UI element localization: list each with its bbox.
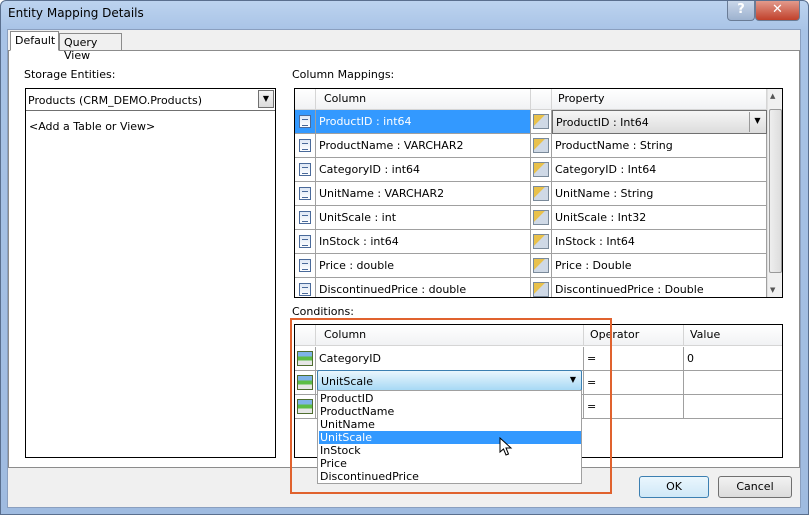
- column-icon: [299, 163, 311, 176]
- mapping-property[interactable]: Price : Double: [552, 254, 767, 278]
- mapping-column[interactable]: InStock : int64: [316, 230, 531, 254]
- column-icon: [299, 235, 311, 248]
- scroll-down-icon[interactable]: ▼: [770, 286, 775, 294]
- column-icon: [299, 139, 311, 152]
- property-icon-cell: [531, 134, 552, 158]
- column-icon-cell: [295, 278, 316, 297]
- column-icon: [299, 259, 311, 272]
- property-icon-cell: [531, 254, 552, 278]
- property-icon: [533, 282, 549, 297]
- mouse-cursor-icon: [499, 437, 513, 456]
- chevron-down-icon[interactable]: ▼: [749, 112, 765, 132]
- storage-entities-list: [25, 88, 276, 458]
- scroll-up-icon[interactable]: ▲: [770, 92, 775, 100]
- question-icon[interactable]: ?: [727, 1, 755, 21]
- mapping-column[interactable]: Price : double: [316, 254, 531, 278]
- header-icon-cell: [295, 89, 316, 110]
- property-icon-cell: [531, 182, 552, 206]
- property-icon: [533, 162, 549, 177]
- property-icon: [533, 210, 549, 225]
- vertical-scrollbar[interactable]: ▲ ▼: [767, 89, 782, 297]
- scrollbar-thumb[interactable]: [769, 109, 782, 273]
- header-icon-cell: [531, 89, 552, 110]
- close-icon[interactable]: ✕: [755, 1, 800, 21]
- mapping-property-value: ProductName : String: [555, 139, 673, 152]
- column-icon-cell: [295, 110, 316, 134]
- column-icon: [299, 115, 311, 128]
- conditions-label: Conditions:: [292, 305, 354, 318]
- tab-default[interactable]: Default: [10, 31, 59, 51]
- column-icon-cell: [295, 182, 316, 206]
- storage-entity-select[interactable]: Products (CRM_DEMO.Products) ▼: [26, 89, 275, 111]
- property-icon-cell: [531, 206, 552, 230]
- mapping-column[interactable]: ProductID : int64: [316, 110, 531, 134]
- condition-value[interactable]: 0: [684, 347, 782, 371]
- chevron-down-icon[interactable]: ▼: [258, 90, 274, 108]
- mapping-property-value: ProductID : Int64: [556, 116, 649, 129]
- mapping-property[interactable]: CategoryID : Int64: [552, 158, 767, 182]
- property-icon: [533, 186, 549, 201]
- mapping-property-value: UnitName : String: [555, 187, 654, 200]
- property-icon-cell: [531, 278, 552, 297]
- column-icon-cell: [295, 134, 316, 158]
- condition-value[interactable]: [684, 395, 782, 419]
- mapping-property[interactable]: DiscontinuedPrice : Double: [552, 278, 767, 297]
- column-mappings-grid: Column Property ProductID : int64 Produc…: [294, 88, 783, 298]
- mapping-property[interactable]: ProductName : String: [552, 134, 767, 158]
- property-icon: [533, 138, 549, 153]
- column-icon-cell: [295, 230, 316, 254]
- mapping-property-value: DiscontinuedPrice : Double: [555, 283, 704, 296]
- property-icon: [533, 234, 549, 249]
- column-icon: [299, 283, 311, 296]
- tab-query-view[interactable]: Query View: [59, 33, 122, 62]
- mapping-column[interactable]: DiscontinuedPrice : double: [316, 278, 531, 297]
- header-value[interactable]: Value: [684, 325, 782, 346]
- mapping-column[interactable]: UnitName : VARCHAR2: [316, 182, 531, 206]
- mapping-property[interactable]: InStock : Int64: [552, 230, 767, 254]
- property-icon: [533, 258, 549, 273]
- mapping-property[interactable]: UnitScale : Int32: [552, 206, 767, 230]
- column-icon-cell: [295, 254, 316, 278]
- property-icon-cell: [531, 158, 552, 182]
- cancel-button[interactable]: Cancel: [718, 476, 792, 498]
- ok-button[interactable]: OK: [639, 476, 709, 498]
- property-icon: [533, 114, 549, 129]
- mapping-property-value: InStock : Int64: [555, 235, 635, 248]
- add-table-item[interactable]: <Add a Table or View>: [29, 120, 155, 133]
- column-mappings-label: Column Mappings:: [292, 68, 395, 81]
- column-icon-cell: [295, 158, 316, 182]
- column-icon-cell: [295, 206, 316, 230]
- storage-entities-label: Storage Entities:: [24, 68, 116, 81]
- property-icon-cell: [531, 110, 552, 134]
- mapping-property-value: Price : Double: [555, 259, 632, 272]
- mapping-property[interactable]: ProductID : Int64 ▼: [552, 110, 767, 134]
- mapping-property-value: UnitScale : Int32: [555, 211, 647, 224]
- header-property[interactable]: Property: [552, 89, 767, 110]
- storage-entity-value: Products (CRM_DEMO.Products): [28, 94, 203, 107]
- highlight-box: [290, 318, 612, 494]
- mapping-property[interactable]: UnitName : String: [552, 182, 767, 206]
- mapping-column[interactable]: CategoryID : int64: [316, 158, 531, 182]
- mapping-property-value: CategoryID : Int64: [555, 163, 657, 176]
- header-column[interactable]: Column: [316, 89, 531, 110]
- mapping-column[interactable]: ProductName : VARCHAR2: [316, 134, 531, 158]
- window-title: Entity Mapping Details: [8, 6, 144, 20]
- column-icon: [299, 187, 311, 200]
- property-icon-cell: [531, 230, 552, 254]
- mapping-column[interactable]: UnitScale : int: [316, 206, 531, 230]
- column-icon: [299, 211, 311, 224]
- condition-value[interactable]: [684, 371, 782, 395]
